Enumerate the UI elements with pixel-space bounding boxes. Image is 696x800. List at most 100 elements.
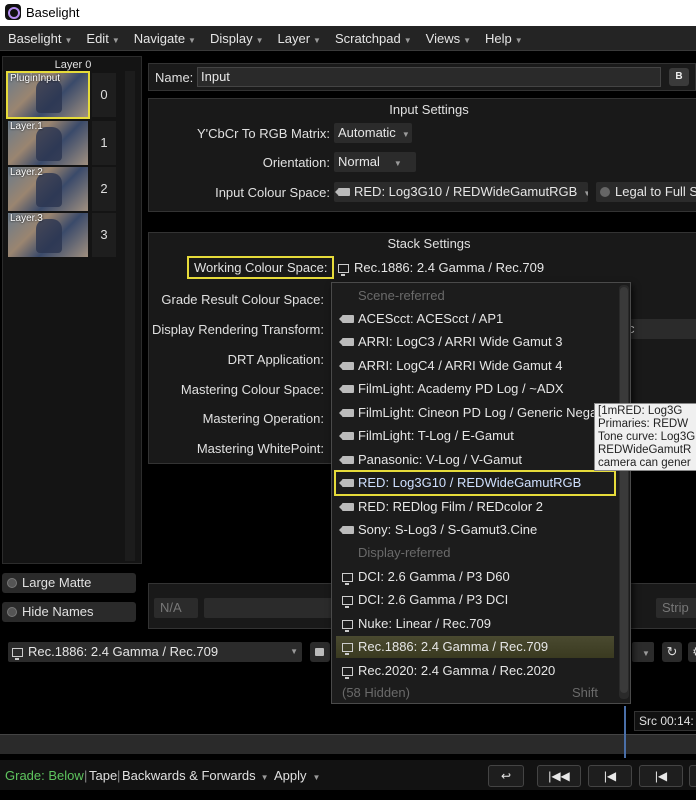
matrix-label: Y'CbCr To RGB Matrix: xyxy=(197,126,330,141)
shift-hint: Shift xyxy=(572,685,599,700)
popup-item[interactable]: DCI: 2.6 Gamma / P3 DCI xyxy=(336,589,614,611)
menu-navigate[interactable]: Navigate ▼ xyxy=(126,31,202,46)
popup-item[interactable]: Panasonic: V-Log / V-Gamut xyxy=(336,449,614,471)
camera-icon xyxy=(335,188,350,196)
apply-dropdown[interactable]: Apply ▼ xyxy=(274,768,320,783)
camera-icon xyxy=(339,456,354,464)
menu-baselight[interactable]: Baselight ▼ xyxy=(0,31,78,46)
camera-icon xyxy=(339,338,354,346)
go-to-start-icon[interactable]: |◀◀ xyxy=(537,765,581,787)
popup-item[interactable]: RED: REDlog Film / REDcolor 2 xyxy=(336,496,614,518)
popup-item[interactable]: ARRI: LogC3 / ARRI Wide Gamut 3 xyxy=(336,331,614,353)
menu-scratchpad[interactable]: Scratchpad ▼ xyxy=(327,31,418,46)
drt-label: Display Rendering Transform: xyxy=(152,322,324,337)
hide-names-toggle[interactable]: Hide Names xyxy=(2,602,136,622)
window-title: Baselight xyxy=(26,5,80,20)
radio-icon xyxy=(7,607,17,617)
input-colour-space-dropdown[interactable]: RED: Log3G10 / REDWideGamutRGB ▼ xyxy=(334,182,588,202)
layer-thumbnail[interactable]: Layer.1 xyxy=(8,121,88,165)
monitor-icon xyxy=(342,643,353,655)
viewer-colour-space-dropdown[interactable]: Rec.1886: 2.4 Gamma / Rec.709 ▼ xyxy=(8,642,302,662)
radio-icon xyxy=(7,578,17,588)
b-button[interactable]: B xyxy=(669,68,689,86)
layer-thumbnail[interactable]: Layer.2 xyxy=(8,167,88,211)
menu-views[interactable]: Views ▼ xyxy=(418,31,477,46)
monitor-icon xyxy=(338,264,349,276)
tape-label[interactable]: Tape xyxy=(89,768,117,783)
grade-label: Grade: Below xyxy=(5,768,84,783)
camera-icon xyxy=(339,503,354,511)
step-back-icon[interactable]: |◀ xyxy=(639,765,683,787)
chevron-down-icon: ▼ xyxy=(393,159,402,168)
popup-scrollbar[interactable] xyxy=(619,285,629,699)
popup-item[interactable]: DCI: 2.6 Gamma / P3 D60 xyxy=(336,566,614,588)
mastering-colour-space-label: Mastering Colour Space: xyxy=(180,382,324,397)
layer-number: 1 xyxy=(100,135,108,150)
layer-panel: Layer 0 PluginInput 0 Layer.1 1 Layer.2 … xyxy=(2,56,142,564)
large-matte-toggle[interactable]: Large Matte xyxy=(2,573,136,593)
layer-thumbnail[interactable]: PluginInput xyxy=(6,71,90,119)
undo-icon[interactable]: ↩ xyxy=(488,765,524,787)
strip-button[interactable]: Strip xyxy=(656,598,696,618)
layer-item-1[interactable]: Layer.1 1 xyxy=(8,121,116,165)
name-bar: Name: Input B xyxy=(148,63,696,91)
timeline-scrubber[interactable] xyxy=(0,734,696,754)
mastering-operation-label: Mastering Operation: xyxy=(202,411,324,426)
popup-item[interactable]: Nuke: Linear / Rec.709 xyxy=(336,613,614,635)
more-controls[interactable] xyxy=(689,765,696,787)
layer-number: 2 xyxy=(100,181,108,196)
layer-number: 0 xyxy=(100,87,108,102)
popup-item[interactable]: FilmLight: T-Log / E-Gamut xyxy=(336,425,614,447)
popup-item[interactable]: ACEScct: ACEScct / AP1 xyxy=(336,308,614,330)
layer-item-plugininput[interactable]: PluginInput 0 xyxy=(6,71,116,119)
playhead[interactable] xyxy=(624,706,626,758)
working-colour-space-dropdown[interactable]: Rec.1886: 2.4 Gamma / Rec.709 xyxy=(334,258,696,278)
menu-edit[interactable]: Edit ▼ xyxy=(78,31,125,46)
name-input[interactable]: Input xyxy=(197,67,661,87)
chevron-down-icon: ▼ xyxy=(642,649,650,658)
viewer-dropdown-right[interactable]: ▼ xyxy=(632,642,654,662)
popup-item-current[interactable]: Rec.1886: 2.4 Gamma / Rec.709 xyxy=(336,636,614,658)
popup-item[interactable]: FilmLight: Cineon PD Log / Generic Negat… xyxy=(336,402,614,424)
mastering-whitepoint-label: Mastering WhitePoint: xyxy=(196,441,324,456)
layer-scrollbar[interactable] xyxy=(125,71,135,561)
popup-item[interactable]: ARRI: LogC4 / ARRI Wide Gamut 4 xyxy=(336,355,614,377)
drt-dropdown[interactable]: c xyxy=(624,319,696,339)
popup-item[interactable]: FilmLight: Academy PD Log / ~ADX xyxy=(336,378,614,400)
tooltip: [1mRED: Log3G Primaries: REDW Tone curve… xyxy=(594,403,696,471)
layer-thumbnail[interactable]: Layer.3 xyxy=(8,213,88,257)
lower-field[interactable] xyxy=(204,598,334,618)
stack-settings-title: Stack Settings xyxy=(387,236,471,251)
menu-layer[interactable]: Layer ▼ xyxy=(270,31,327,46)
working-colour-space-label: Working Colour Space: xyxy=(186,256,335,279)
scene-referred-header: Scene-referred xyxy=(358,288,445,303)
colour-space-popup: Scene-referred ACEScct: ACEScct / AP1 AR… xyxy=(331,282,631,704)
menu-display[interactable]: Display ▼ xyxy=(202,31,270,46)
camera-icon xyxy=(339,409,354,417)
na-dropdown[interactable]: N/A xyxy=(154,598,198,618)
chevron-down-icon: ▼ xyxy=(401,130,410,139)
monitor-icon xyxy=(342,620,353,632)
layer-item-3[interactable]: Layer.3 3 xyxy=(8,213,116,257)
camera-icon xyxy=(339,385,354,393)
popup-item-highlighted[interactable]: RED: Log3G10 / REDWideGamutRGB xyxy=(334,470,616,496)
lock-icon[interactable] xyxy=(310,642,330,662)
menu-help[interactable]: Help ▼ xyxy=(477,31,529,46)
playback-mode-dropdown[interactable]: Backwards & Forwards ▼ xyxy=(122,768,269,783)
camera-icon xyxy=(339,432,354,440)
legal-to-full-button[interactable]: Legal to Full S xyxy=(596,182,696,202)
refresh-icon[interactable]: ↻ xyxy=(662,642,682,662)
previous-frame-icon[interactable]: |◀ xyxy=(588,765,632,787)
popup-item[interactable]: Rec.2020: 2.4 Gamma / Rec.2020 xyxy=(336,660,614,682)
camera-icon xyxy=(339,479,354,487)
menu-bar: Baselight ▼ Edit ▼ Navigate ▼ Display ▼ Laye… xyxy=(0,26,696,51)
camera-icon xyxy=(339,362,354,370)
orientation-dropdown[interactable]: Normal ▼ xyxy=(334,152,416,172)
settings-icon[interactable]: ⚙ xyxy=(688,642,696,662)
layer-item-2[interactable]: Layer.2 2 xyxy=(8,167,116,211)
input-settings-title: Input Settings xyxy=(389,102,469,117)
chevron-down-icon: ▼ xyxy=(583,189,588,198)
input-settings-panel: Input Settings Y'CbCr To RGB Matrix: Aut… xyxy=(148,98,696,212)
matrix-dropdown[interactable]: Automatic ▼ xyxy=(334,123,412,143)
popup-item[interactable]: Sony: S-Log3 / S-Gamut3.Cine xyxy=(336,519,614,541)
